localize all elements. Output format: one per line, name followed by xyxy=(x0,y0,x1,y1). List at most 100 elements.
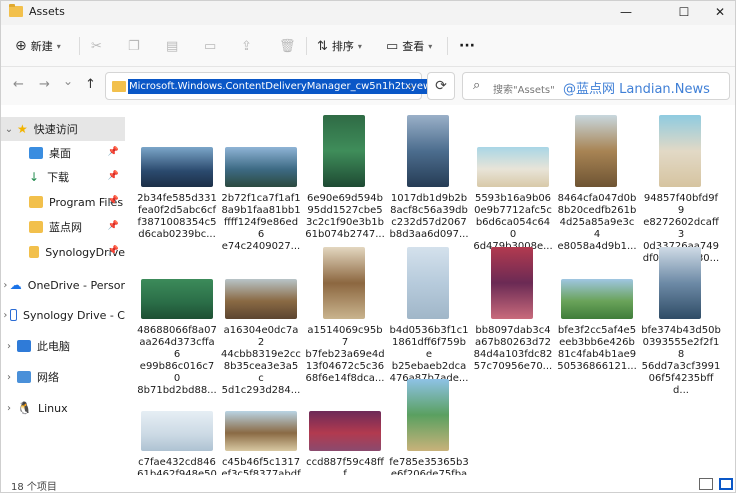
file-item[interactable]: 1017db1d9b2b 8acf8c56a39db c232d57d2067 b8d… xyxy=(389,113,469,243)
sidebar-item-label: 蓝点网 xyxy=(49,221,82,234)
recent-locations-icon[interactable]: ⌄ xyxy=(63,74,73,88)
file-name: bb8097dab3c4 a67b80263d72 84d4a103fdc82 57c… xyxy=(473,325,553,372)
forward-arrow-icon[interactable]: → xyxy=(39,77,50,92)
desktop-icon xyxy=(29,147,43,159)
refresh-button[interactable]: ⟳ xyxy=(427,72,455,100)
sidebar-item-quick-access[interactable]: ⌄ ★ 快速访问 xyxy=(1,117,125,141)
address-path[interactable]: Microsoft.Windows.ContentDeliveryManager… xyxy=(128,79,433,94)
sidebar-item-label: OneDrive - Persor xyxy=(27,278,125,292)
sidebar-item-program-files[interactable]: Program Files 📌 xyxy=(1,190,125,214)
sidebar-item-synology-drive[interactable]: › Synology Drive - C xyxy=(1,303,125,327)
search-icon: ⌕ xyxy=(473,78,481,93)
delete-button[interactable]: 🗑 xyxy=(279,36,296,56)
file-item[interactable]: fe785e35365b3e6f206de75fba xyxy=(389,377,469,480)
sort-button[interactable]: ⇅ 排序 ▾ xyxy=(317,36,362,56)
sort-icon: ⇅ xyxy=(317,38,328,54)
divider xyxy=(306,37,307,55)
copy-icon: ❐ xyxy=(128,38,140,54)
sidebar-item-desktop[interactable]: 桌面 📌 xyxy=(1,141,125,165)
image-thumbnail xyxy=(225,147,297,187)
file-item[interactable]: c45b46f5c1317ef3c5f8377abdf xyxy=(221,377,301,480)
file-item[interactable]: 48688066f8a07 aa264d373cffa6 e99b86c016c70… xyxy=(137,245,217,396)
folder-icon xyxy=(29,196,43,208)
address-bar[interactable]: Microsoft.Windows.ContentDeliveryManager… xyxy=(105,72,433,100)
cloud-icon: ☁ xyxy=(9,278,22,292)
image-thumbnail xyxy=(225,411,297,451)
image-thumbnail xyxy=(407,115,449,187)
copy-button[interactable]: ❐ xyxy=(128,36,140,56)
chevron-right-icon: › xyxy=(7,340,11,352)
chevron-down-icon: ▾ xyxy=(357,41,362,51)
sidebar-item-onedrive[interactable]: › ☁ OneDrive - Persor xyxy=(1,273,125,297)
share-button[interactable]: ⇪ xyxy=(241,36,252,56)
file-item[interactable]: bfe374b43d50b 0393555e2f2f18 56dd7a3cf3991… xyxy=(641,245,721,396)
file-item[interactable]: bb8097dab3c4 a67b80263d72 84d4a103fdc82 57c… xyxy=(473,245,553,375)
pin-icon: 📌 xyxy=(107,196,119,206)
sidebar-item-linux[interactable]: › 🐧 Linux xyxy=(1,396,125,420)
sidebar-item-network[interactable]: › 网络 xyxy=(1,365,125,389)
image-thumbnail xyxy=(491,247,533,319)
file-name: 2b34fe585d331 fea0f2d5abc6cf f3871008354c5… xyxy=(137,193,217,240)
search-placeholder: 搜索"Assets" xyxy=(493,85,555,96)
more-options-button[interactable]: ··· xyxy=(459,36,475,56)
title-bar: Assets — ☐ ✕ xyxy=(1,1,735,25)
file-item[interactable]: 8464cfa047d0b 8b20cedfb261b 4d25a85a9e3c4 e… xyxy=(557,113,637,252)
file-item[interactable]: bfe3f2cc5af4e5 eeb3bb6e426b 81c4fab4b1ae9 5… xyxy=(557,245,637,375)
file-item[interactable]: a1514069c95b7 b7feb23a69e4d 13f04672c5c36 6… xyxy=(305,245,385,384)
sidebar-item-label: 桌面 xyxy=(49,147,71,160)
navigation-pane: ⌄ ★ 快速访问 桌面 📌 ↓ 下载 📌 Program Files 📌 蓝点网… xyxy=(1,105,125,475)
file-explorer-window: Assets — ☐ ✕ ⊕ 新建 ▾ ✂ ❐ ▤ ▭ ⇪ 🗑 ⇅ 排序 ▾ ▭… xyxy=(0,0,736,493)
share-icon: ⇪ xyxy=(241,38,252,54)
rename-button[interactable]: ▭ xyxy=(204,36,216,56)
view-button[interactable]: ▭ 查看 ▾ xyxy=(386,36,432,56)
details-view-icon[interactable] xyxy=(699,478,713,490)
close-button[interactable]: ✕ xyxy=(705,1,735,25)
search-box[interactable]: ⌕ 搜索"Assets" @蓝点网 Landian.News xyxy=(462,72,730,100)
file-item[interactable]: b4d0536b3f1c11861dff6f759beb25ebaeb2dca4… xyxy=(389,245,469,384)
file-item[interactable]: c7fae432cd84661b462f948e50 xyxy=(137,377,217,480)
star-icon: ★ xyxy=(17,122,28,136)
sidebar-item-landian[interactable]: 蓝点网 📌 xyxy=(1,215,125,239)
file-item[interactable]: a16304e0dc7a2 44cbb8319e2cc 8b35cea3e3a5c 5… xyxy=(221,245,301,396)
image-thumbnail xyxy=(323,115,365,187)
folder-icon xyxy=(112,81,126,92)
sidebar-item-downloads[interactable]: ↓ 下载 📌 xyxy=(1,165,125,189)
sidebar-item-label: 网络 xyxy=(37,371,59,384)
file-item[interactable]: 5593b16a9b060e9b7712afc5cb6d6ca054c6406d… xyxy=(473,113,553,252)
plus-circle-icon: ⊕ xyxy=(15,38,27,54)
chevron-right-icon: › xyxy=(7,402,11,414)
address-dropdown-icon[interactable]: ⌄ xyxy=(406,78,415,91)
new-button[interactable]: ⊕ 新建 ▾ xyxy=(15,36,61,56)
file-item[interactable]: ccd887f59c48fffd5e51ec0b98ac xyxy=(305,377,385,492)
minimize-button[interactable]: — xyxy=(611,1,641,25)
maximize-button[interactable]: ☐ xyxy=(669,1,699,25)
pin-icon: 📌 xyxy=(107,246,119,256)
large-icons-view-icon[interactable] xyxy=(719,478,733,490)
sidebar-item-synologydrive[interactable]: SynologyDrive 📌 xyxy=(1,240,125,264)
pin-icon: 📌 xyxy=(107,147,119,157)
divider xyxy=(447,37,448,55)
file-item[interactable]: 2b72f1ca7f1af1 8a9b1faa81bb1 ffff124f9e86e… xyxy=(221,113,301,252)
divider xyxy=(79,37,80,55)
view-button-label: 查看 xyxy=(402,40,425,53)
back-arrow-icon[interactable]: ← xyxy=(13,77,24,92)
file-name: 5593b16a9b060e9b7712afc5cb6d6ca054c6406d… xyxy=(473,193,552,252)
file-item[interactable]: 6e90e69d594b 95dd1527cbe5 3c2c1f90e3b1b 61b… xyxy=(305,113,385,243)
chevron-right-icon: › xyxy=(7,371,11,383)
file-item[interactable]: 94857f40bfd9f9e8272602dcaff30d33726aa749… xyxy=(641,113,721,264)
file-item[interactable]: 2b34fe585d331 fea0f2d5abc6cf f3871008354c5… xyxy=(137,113,217,243)
sidebar-item-label: 此电脑 xyxy=(37,340,70,353)
penguin-icon: 🐧 xyxy=(17,401,32,415)
clipboard-icon: ▤ xyxy=(166,38,179,54)
cut-button[interactable]: ✂ xyxy=(91,36,102,56)
trash-icon: 🗑 xyxy=(279,38,296,54)
network-icon xyxy=(17,371,31,383)
chevron-down-icon: ▾ xyxy=(56,41,61,51)
file-name: 8464cfa047d0b 8b20cedfb261b 4d25a85a9e3c4 e… xyxy=(557,193,637,252)
sidebar-item-label: 快速访问 xyxy=(33,123,78,136)
file-name: a1514069c95b7 b7feb23a69e4d 13f04672c5c36 6… xyxy=(305,325,385,384)
paste-button[interactable]: ▤ xyxy=(166,36,178,56)
file-name: 6e90e69d594b 95dd1527cbe5 3c2c1f90e3b1b 61b… xyxy=(305,193,385,240)
up-arrow-icon[interactable]: ↑ xyxy=(85,77,96,92)
sidebar-item-this-pc[interactable]: › 此电脑 xyxy=(1,334,125,358)
